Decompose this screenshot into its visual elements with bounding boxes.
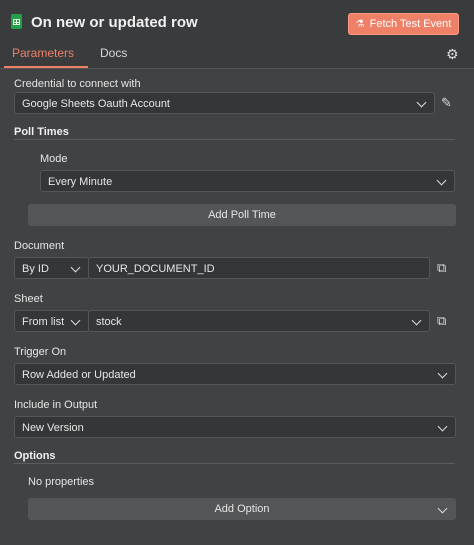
divider: [14, 139, 455, 140]
divider: [14, 463, 455, 464]
node-panel: On new or updated row ⚗ Fetch Test Event…: [0, 0, 474, 545]
chevron-down-icon: [437, 367, 449, 381]
chevron-down-icon: [416, 96, 428, 110]
sheet-label: Sheet: [14, 293, 43, 305]
chevron-down-icon: [437, 420, 449, 434]
document-mode-value: By ID: [22, 263, 49, 275]
fetch-test-event-button[interactable]: ⚗ Fetch Test Event: [348, 13, 459, 35]
add-poll-time-button[interactable]: Add Poll Time: [28, 204, 456, 226]
mode-label: Mode: [40, 153, 68, 165]
node-title: On new or updated row: [31, 14, 198, 31]
options-heading: Options: [14, 450, 56, 462]
chevron-down-icon: [70, 314, 82, 328]
tab-docs[interactable]: Docs: [100, 46, 127, 60]
flask-icon: ⚗: [355, 18, 365, 30]
output-select[interactable]: New Version: [14, 416, 456, 438]
document-mode-select[interactable]: By ID: [14, 257, 89, 279]
google-sheets-icon: [11, 14, 22, 29]
trigger-label: Trigger On: [14, 346, 67, 358]
pencil-icon[interactable]: ✎: [441, 95, 452, 111]
trigger-value: Row Added or Updated: [22, 369, 136, 381]
add-poll-time-label: Add Poll Time: [208, 209, 276, 221]
panel-header: On new or updated row ⚗ Fetch Test Event: [0, 0, 474, 44]
poll-times-heading: Poll Times: [14, 126, 69, 138]
external-link-icon[interactable]: ⧉: [437, 260, 446, 276]
output-value: New Version: [22, 422, 84, 434]
chevron-down-icon: [436, 174, 448, 188]
sheet-select[interactable]: stock: [88, 310, 430, 332]
mode-select[interactable]: Every Minute: [40, 170, 455, 192]
chevron-down-icon: [437, 502, 449, 516]
add-option-label: Add Option: [214, 503, 270, 515]
fetch-test-event-label: Fetch Test Event: [369, 18, 452, 30]
credential-label: Credential to connect with: [14, 78, 141, 90]
gear-icon[interactable]: ⚙: [446, 46, 459, 63]
output-label: Include in Output: [14, 399, 98, 411]
sheet-value: stock: [96, 316, 122, 328]
credential-value: Google Sheets Oauth Account: [22, 98, 170, 110]
tab-parameters[interactable]: Parameters: [12, 46, 74, 60]
no-properties-text: No properties: [28, 476, 95, 488]
credential-select[interactable]: Google Sheets Oauth Account: [14, 92, 435, 114]
trigger-select[interactable]: Row Added or Updated: [14, 363, 456, 385]
sheet-mode-select[interactable]: From list: [14, 310, 89, 332]
chevron-down-icon: [411, 314, 423, 328]
sheet-mode-value: From list: [22, 316, 65, 328]
external-link-icon[interactable]: ⧉: [437, 313, 446, 329]
active-tab-indicator: [4, 66, 88, 68]
add-option-button[interactable]: Add Option: [28, 498, 456, 520]
document-id-input[interactable]: YOUR_DOCUMENT_ID: [88, 257, 430, 279]
mode-value: Every Minute: [48, 176, 113, 188]
chevron-down-icon: [70, 261, 82, 275]
document-label: Document: [14, 240, 65, 252]
document-id-value: YOUR_DOCUMENT_ID: [96, 263, 215, 275]
